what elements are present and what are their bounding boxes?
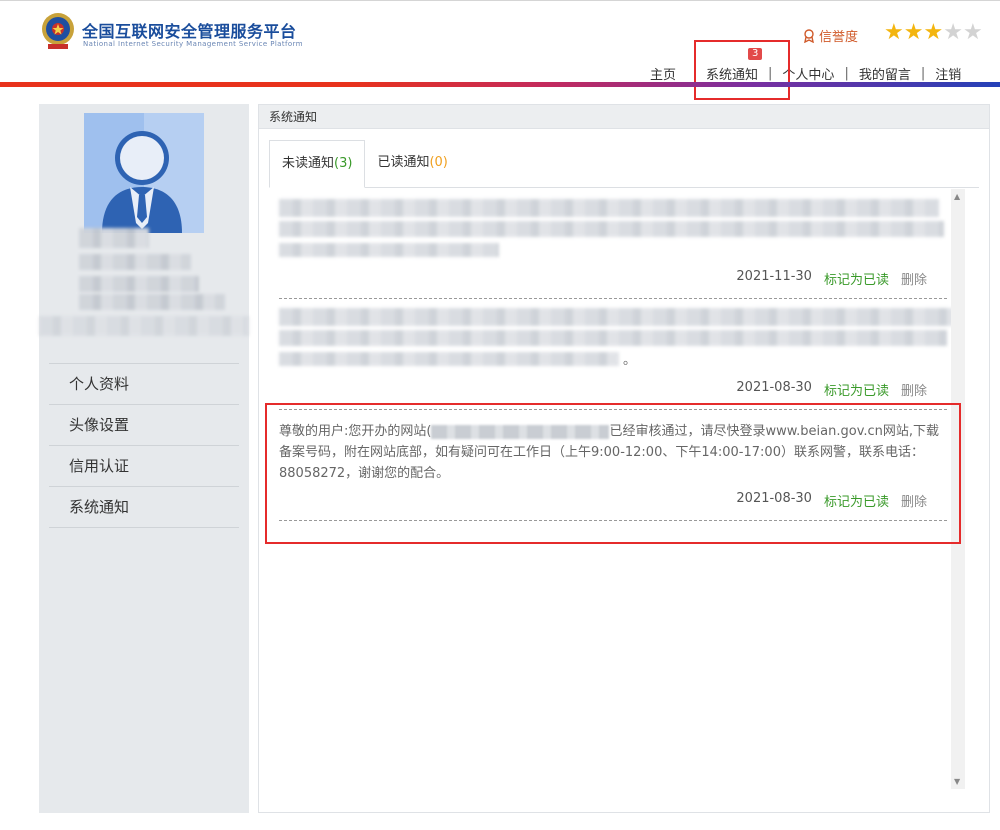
scroll-up-icon[interactable]: ▲ [954, 192, 960, 201]
redacted-info [79, 276, 199, 292]
site-title: 全国互联网安全管理服务平台 [82, 22, 297, 41]
tab-unread[interactable]: 未读通知(3) [269, 140, 366, 188]
redacted-username [79, 228, 149, 248]
sidebar-item[interactable]: 系统通知 [49, 487, 239, 528]
list-item: 。 2021-08-30 标记为已读 删除 [279, 300, 959, 410]
sidebar: 个人资料 头像设置 信用认证 系统通知 [39, 104, 249, 813]
avatar[interactable] [84, 113, 204, 233]
sidebar-item[interactable]: 头像设置 [49, 405, 239, 446]
sidebar-item[interactable]: 个人资料 [49, 364, 239, 405]
nav-my-messages[interactable]: 我的留言 [849, 64, 921, 83]
redacted-info [79, 254, 191, 270]
mark-read-link[interactable]: 标记为已读 [824, 269, 889, 288]
highlight-box [265, 403, 961, 544]
credit-label: 信誉度 [819, 30, 859, 45]
top-nav: 主页 系统通知 3 | 个人中心 | 我的留言 | 注销 [640, 48, 971, 83]
star-icon: ★ [884, 20, 904, 45]
delete-link[interactable]: 删除 [901, 380, 927, 399]
police-emblem-icon [42, 13, 74, 49]
star-icon: ★ [903, 20, 924, 45]
star-icon: ★ [962, 20, 983, 45]
notice-tabs: 未读通知(3) 已读通知(0) [269, 140, 460, 188]
user-silhouette-icon [84, 113, 204, 233]
redacted-message-text [279, 221, 944, 237]
list-item: 2021-11-30 标记为已读 删除 [279, 189, 947, 299]
sidebar-item[interactable]: 信用认证 [49, 446, 239, 487]
site-subtitle: National Internet Security Management Se… [83, 40, 303, 48]
star-icon: ★ [923, 20, 944, 45]
panel-title: 系统通知 [259, 105, 989, 129]
redacted-message-text [279, 199, 939, 217]
message-meta: 2021-11-30 标记为已读 删除 [736, 269, 927, 288]
message-date: 2021-11-30 [736, 269, 812, 284]
delete-link[interactable]: 删除 [901, 269, 927, 288]
message-meta: 2021-08-30 标记为已读 删除 [736, 380, 927, 399]
mark-read-link[interactable]: 标记为已读 [824, 380, 889, 399]
redacted-message-text [279, 308, 959, 326]
redacted-message-text [279, 243, 499, 257]
scroll-down-icon[interactable]: ▼ [954, 777, 960, 786]
message-tail: 。 [623, 353, 637, 368]
star-icon: ★ [943, 20, 963, 45]
redacted-info [79, 294, 225, 310]
message-date: 2021-08-30 [736, 380, 812, 395]
header-divider [0, 82, 1000, 87]
credit-stars: ★ ★ ★ ★ ★ [884, 22, 983, 44]
tab-read-label: 已读通知 [377, 155, 430, 170]
header: 全国互联网安全管理服务平台 National Internet Security… [0, 0, 1000, 100]
redacted-message-text [279, 352, 619, 366]
redacted-banner [39, 316, 249, 336]
side-menu: 个人资料 头像设置 信用认证 系统通知 [49, 363, 239, 528]
tab-read-count: (0) [429, 155, 448, 170]
highlight-box [694, 40, 790, 100]
nav-logout[interactable]: 注销 [925, 64, 971, 83]
tab-unread-count: (3) [334, 156, 353, 171]
credit-rating: 信誉度 [803, 26, 858, 45]
ribbon-icon [804, 28, 814, 43]
tab-unread-label: 未读通知 [282, 156, 335, 171]
redacted-message-text [279, 330, 947, 346]
nav-home[interactable]: 主页 [640, 64, 686, 83]
tab-read[interactable]: 已读通知(0) [365, 140, 459, 188]
